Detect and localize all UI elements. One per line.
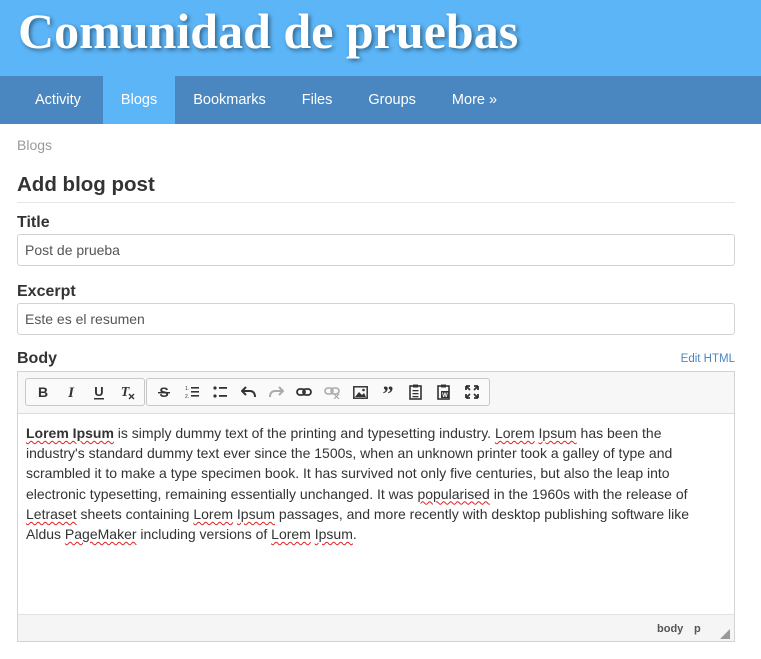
- redo-icon[interactable]: [262, 379, 290, 405]
- title-divider: [17, 202, 735, 203]
- unlink-icon[interactable]: [318, 379, 346, 405]
- body-label: Body: [17, 350, 57, 367]
- svg-text:2.: 2.: [185, 394, 189, 399]
- nav-item-files[interactable]: Files: [284, 76, 351, 124]
- editor-toolbar: B I U T S 1.2.: [18, 372, 734, 414]
- bulleted-list-icon[interactable]: [206, 379, 234, 405]
- strikethrough-icon[interactable]: S: [150, 379, 178, 405]
- title-label: Title: [17, 214, 50, 231]
- editor-status-bar: body p: [18, 614, 734, 641]
- element-path-body[interactable]: body: [657, 623, 683, 635]
- misspelled-word: Letraset: [26, 505, 77, 522]
- excerpt-input[interactable]: [17, 303, 735, 335]
- image-icon[interactable]: [346, 379, 374, 405]
- link-icon[interactable]: [290, 379, 318, 405]
- resize-handle-icon[interactable]: [720, 626, 730, 644]
- misspelled-word: Lorem: [494, 425, 535, 441]
- main-nav: Activity Blogs Bookmarks Files Groups Mo…: [0, 76, 761, 124]
- page-title: Add blog post: [17, 173, 155, 196]
- bold-text: Lorem Ipsum: [26, 425, 114, 441]
- paste-from-word-icon[interactable]: W: [430, 379, 458, 405]
- italic-icon[interactable]: I: [57, 379, 85, 405]
- misspelled-word: PageMaker: [64, 526, 137, 543]
- remove-format-icon[interactable]: T: [113, 379, 141, 405]
- svg-text:U: U: [94, 385, 103, 399]
- misspelled-word: popularised: [417, 485, 490, 502]
- misspelled-word: Ipsum: [236, 505, 276, 522]
- element-path-p[interactable]: p: [694, 623, 701, 635]
- misspelled-word: Ipsum: [314, 526, 353, 543]
- nav-item-blogs[interactable]: Blogs: [102, 76, 176, 124]
- site-header: Comunidad de pruebas: [0, 0, 761, 76]
- maximize-icon[interactable]: [458, 379, 486, 405]
- breadcrumb[interactable]: Blogs: [17, 137, 52, 153]
- svg-text:I: I: [67, 385, 75, 399]
- body-paragraph: Lorem Ipsum is simply dummy text of the …: [26, 425, 690, 543]
- bold-icon[interactable]: B: [29, 379, 57, 405]
- blockquote-icon[interactable]: ”: [374, 379, 402, 405]
- nav-item-more[interactable]: More »: [434, 76, 515, 124]
- paste-icon[interactable]: [402, 379, 430, 405]
- svg-text:W: W: [442, 393, 448, 399]
- basic-styles-group: B I U T: [25, 378, 145, 406]
- formatting-group: S 1.2. ”: [146, 378, 490, 406]
- svg-text:1.: 1.: [185, 386, 189, 392]
- title-input[interactable]: [17, 234, 735, 266]
- nav-item-groups[interactable]: Groups: [350, 76, 434, 124]
- svg-text:T: T: [121, 385, 131, 400]
- misspelled-word: Ipsum: [538, 425, 577, 441]
- underline-icon[interactable]: U: [85, 379, 113, 405]
- nav-item-bookmarks[interactable]: Bookmarks: [175, 76, 284, 124]
- undo-icon[interactable]: [234, 379, 262, 405]
- editor-content[interactable]: Lorem Ipsum is simply dummy text of the …: [26, 423, 718, 544]
- numbered-list-icon[interactable]: 1. 2.: [178, 379, 206, 405]
- rich-text-editor: B I U T S 1.2.: [17, 371, 735, 642]
- edit-html-link[interactable]: Edit HTML: [681, 353, 735, 365]
- misspelled-word: Lorem: [271, 526, 311, 543]
- misspelled-word: Lorem: [193, 505, 234, 522]
- svg-text:”: ”: [383, 385, 394, 399]
- site-title[interactable]: Comunidad de pruebas: [18, 2, 518, 60]
- nav-item-activity[interactable]: Activity: [0, 76, 103, 124]
- excerpt-label: Excerpt: [17, 283, 76, 300]
- svg-text:B: B: [38, 385, 48, 399]
